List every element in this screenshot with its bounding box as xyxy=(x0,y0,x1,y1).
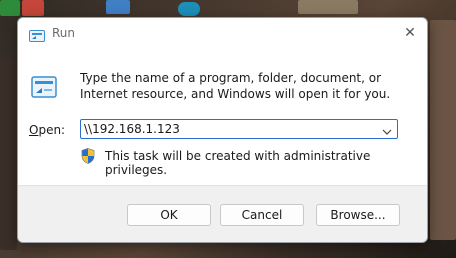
cancel-button[interactable]: Cancel xyxy=(220,204,304,226)
browse-button[interactable]: Browse... xyxy=(316,204,400,226)
desktop-icon-tile xyxy=(0,0,20,16)
desktop-poster xyxy=(298,0,358,14)
ok-button[interactable]: OK xyxy=(127,204,211,226)
title-bar[interactable]: Run ✕ xyxy=(18,18,427,48)
command-input[interactable] xyxy=(84,121,374,137)
run-description: Type the name of a program, folder, docu… xyxy=(80,71,391,101)
open-label-text: pen: xyxy=(38,123,66,137)
run-dialog: Run ✕ Type the name of a program, folder… xyxy=(17,17,428,243)
uac-shield-icon xyxy=(81,148,95,164)
open-combobox[interactable] xyxy=(80,119,398,139)
desktop-icon-tile xyxy=(106,0,130,14)
admin-privileges-note: This task will be created with administr… xyxy=(105,149,371,177)
desktop-icon-tile xyxy=(178,2,200,16)
button-bar: OK Cancel Browse... xyxy=(18,185,427,242)
desktop-shelf xyxy=(430,20,456,240)
window-title: Run xyxy=(52,26,76,40)
chevron-down-icon[interactable] xyxy=(381,123,393,135)
close-icon: ✕ xyxy=(404,25,416,41)
desktop-icon-tile xyxy=(22,0,44,16)
run-icon xyxy=(31,76,57,98)
open-label: Open: xyxy=(29,123,65,137)
run-icon xyxy=(29,27,45,42)
close-button[interactable]: ✕ xyxy=(399,22,421,44)
desktop-shelf xyxy=(0,60,17,250)
